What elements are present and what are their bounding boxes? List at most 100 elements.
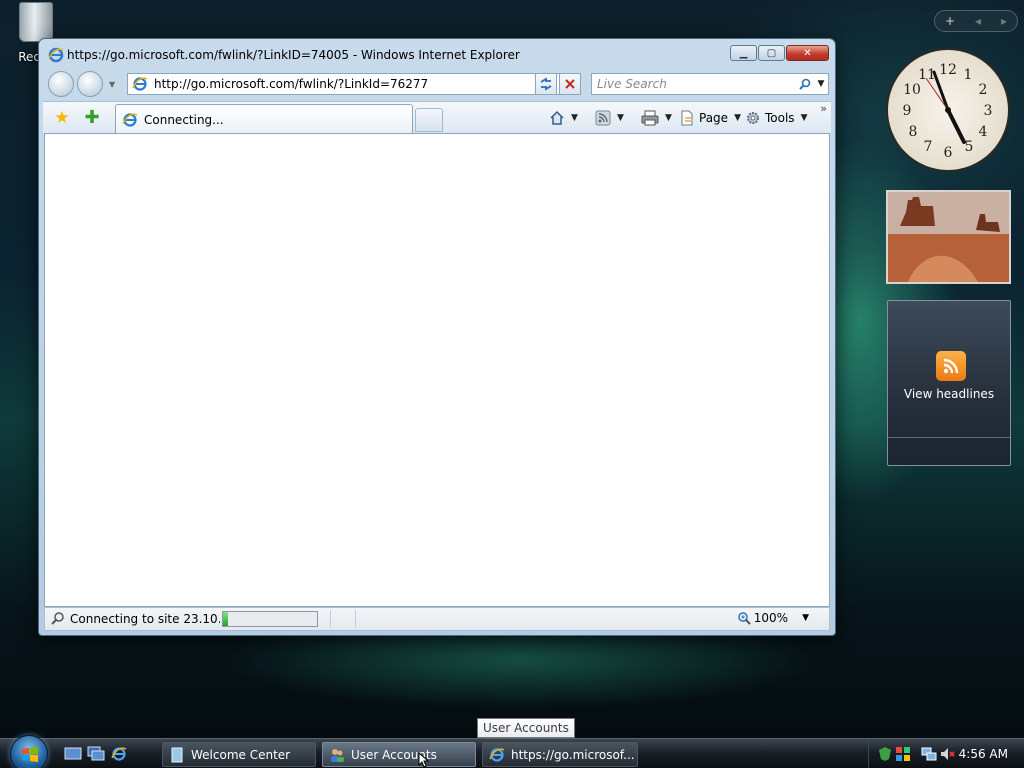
refresh-button[interactable] xyxy=(535,73,557,95)
magnifier-status-icon xyxy=(51,612,64,625)
clock-face-icon: 12 12 345 678 91011 xyxy=(903,62,993,161)
zoom-dropdown-icon[interactable]: ▼ xyxy=(802,613,809,623)
taskbar: Welcome Center User Accounts https://go.… xyxy=(0,735,1024,768)
svg-text:3: 3 xyxy=(984,103,993,119)
home-icon xyxy=(550,110,564,125)
taskbar-button-internet-explorer[interactable]: https://go.microsof... xyxy=(482,742,638,767)
stop-button[interactable] xyxy=(559,73,581,95)
tools-menu-label: Tools xyxy=(765,111,795,125)
taskbar-button-label: https://go.microsof... xyxy=(511,747,635,762)
ie-taskbar-icon xyxy=(489,747,505,762)
progress-fill xyxy=(223,612,228,626)
view-headlines-label[interactable]: View headlines xyxy=(888,387,1010,401)
trash-icon xyxy=(19,2,53,42)
page-menu-button[interactable]: Page ▼ xyxy=(679,108,741,128)
windows-defender-icon[interactable] xyxy=(877,746,893,762)
printer-icon xyxy=(641,110,659,126)
security-center-icon[interactable] xyxy=(895,746,911,762)
taskbar-button-welcome-center[interactable]: Welcome Center xyxy=(162,742,316,767)
feed-headlines-gadget[interactable]: View headlines xyxy=(887,300,1011,466)
page-icon xyxy=(681,110,693,126)
live-search-box[interactable]: ▼ xyxy=(591,73,829,95)
volume-muted-icon[interactable] xyxy=(939,746,955,762)
mouse-cursor-icon xyxy=(418,752,430,768)
page-menu-label: Page xyxy=(699,111,729,125)
windows-logo-icon xyxy=(22,747,38,762)
ie-window: https://go.microsoft.com/fwlink/?LinkID=… xyxy=(38,38,836,636)
favorites-center-star-icon[interactable]: ★ xyxy=(53,109,71,127)
home-button[interactable]: ▼ xyxy=(549,108,578,128)
feeds-dropdown-icon[interactable]: ▼ xyxy=(617,113,624,123)
navigation-bar: ▼ ▼ ▼ xyxy=(39,69,835,99)
chevron-more-icon[interactable]: » xyxy=(820,102,827,115)
feed-icon xyxy=(595,110,611,126)
tools-menu-button[interactable]: Tools ▼ xyxy=(745,108,807,128)
minimize-button[interactable]: ▁ xyxy=(730,45,757,61)
status-divider xyxy=(330,610,331,628)
page-content-area[interactable] xyxy=(44,133,830,607)
ie-tab-icon xyxy=(122,112,138,127)
rss-icon xyxy=(936,351,966,381)
svg-text:4: 4 xyxy=(979,124,988,140)
loading-progress-bar xyxy=(222,611,318,627)
welcome-center-icon xyxy=(171,747,183,762)
network-icon[interactable] xyxy=(921,746,937,762)
switch-windows-icon[interactable] xyxy=(87,746,105,762)
taskbar-clock[interactable]: 4:56 AM xyxy=(959,747,1008,761)
status-divider xyxy=(355,610,356,628)
next-gadget-icon[interactable]: ▸ xyxy=(1001,14,1007,28)
close-button[interactable]: ✕ xyxy=(786,45,829,61)
slideshow-gadget[interactable] xyxy=(886,190,1011,284)
print-dropdown-icon[interactable]: ▼ xyxy=(665,113,672,123)
print-button[interactable]: ▼ xyxy=(641,108,672,128)
user-accounts-icon xyxy=(331,748,344,762)
tab-connecting[interactable]: Connecting... xyxy=(115,104,413,134)
forward-button[interactable] xyxy=(77,71,103,97)
search-input[interactable] xyxy=(592,77,796,91)
sidebar-controls: + ◂ ▸ xyxy=(934,10,1018,32)
tab-label: Connecting... xyxy=(144,112,224,127)
add-to-favorites-icon[interactable]: ✚ xyxy=(83,109,101,127)
feed-divider xyxy=(888,437,1010,438)
svg-text:8: 8 xyxy=(909,124,918,140)
title-bar[interactable]: https://go.microsoft.com/fwlink/?LinkID=… xyxy=(39,39,835,69)
gear-icon xyxy=(747,112,759,124)
add-gadget-icon[interactable]: + xyxy=(945,14,955,28)
stop-icon xyxy=(565,79,575,89)
svg-text:2: 2 xyxy=(979,82,988,98)
recent-pages-dropdown[interactable]: ▼ xyxy=(109,80,115,89)
refresh-icon xyxy=(540,77,552,91)
taskbar-button-user-accounts[interactable]: User Accounts xyxy=(322,742,476,767)
page-dropdown-icon: ▼ xyxy=(734,113,741,123)
window-title: https://go.microsoft.com/fwlink/?LinkID=… xyxy=(67,48,520,62)
start-button[interactable] xyxy=(10,735,48,768)
internet-explorer-quicklaunch-icon[interactable] xyxy=(110,746,128,762)
svg-text:1: 1 xyxy=(964,67,973,83)
desert-landscape-image xyxy=(888,192,1009,282)
taskbar-button-label: Welcome Center xyxy=(191,747,291,762)
zoom-level: 100% xyxy=(753,611,789,625)
show-desktop-icon[interactable] xyxy=(64,746,82,762)
svg-text:6: 6 xyxy=(944,145,953,161)
taskbar-tooltip: User Accounts xyxy=(477,718,575,738)
status-text: Connecting to site 23.10.88.2 xyxy=(70,612,220,626)
new-tab-button[interactable] xyxy=(415,108,443,132)
svg-text:11: 11 xyxy=(918,67,936,83)
address-input[interactable] xyxy=(154,77,554,91)
maximize-button[interactable]: ▢ xyxy=(758,45,785,61)
address-bar[interactable]: ▼ xyxy=(127,73,573,95)
svg-text:10: 10 xyxy=(903,82,921,98)
search-provider-dropdown[interactable]: ▼ xyxy=(814,79,828,89)
status-bar: Connecting to site 23.10.88.2 100% ▼ xyxy=(44,607,830,631)
svg-text:9: 9 xyxy=(903,103,912,119)
feeds-button[interactable]: ▼ xyxy=(595,108,624,128)
notification-area: 4:56 AM xyxy=(868,739,1024,768)
svg-text:7: 7 xyxy=(924,139,933,155)
prev-gadget-icon[interactable]: ◂ xyxy=(975,14,981,28)
back-button[interactable] xyxy=(48,71,74,97)
ie-page-icon xyxy=(132,77,148,91)
clock-gadget[interactable]: 12 1 2 345 678 9 10 11 xyxy=(886,48,1010,172)
home-dropdown-icon[interactable]: ▼ xyxy=(571,113,578,123)
search-icon[interactable] xyxy=(796,75,814,93)
zoom-control[interactable]: 100% ▼ xyxy=(737,611,809,625)
